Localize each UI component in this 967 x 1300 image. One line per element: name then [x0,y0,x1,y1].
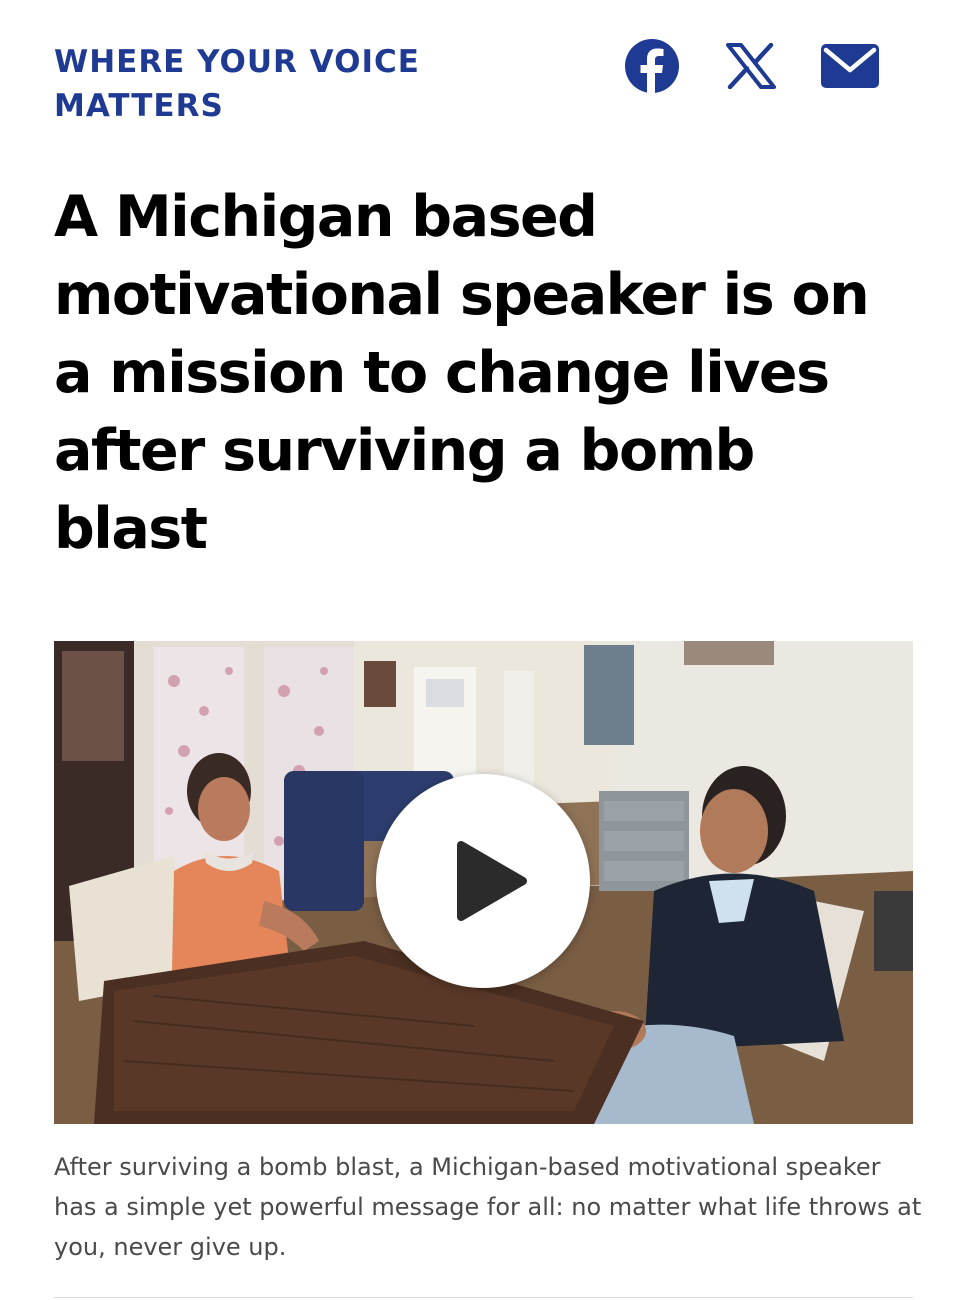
share-bar [620,36,890,96]
facebook-share-button[interactable] [622,36,682,96]
facebook-icon [625,39,679,94]
section-label[interactable]: WHERE YOUR VOICE MATTERS [54,40,514,128]
divider [54,1297,913,1298]
video-caption: After surviving a bomb blast, a Michigan… [54,1153,922,1261]
x-share-button[interactable] [723,38,779,94]
play-icon [457,841,527,921]
article-headline: A Michigan based motivational speaker is… [54,184,870,562]
envelope-icon [821,44,879,88]
play-button[interactable] [376,774,590,988]
video-player[interactable] [54,641,913,1124]
x-icon [726,43,776,89]
email-share-button[interactable] [820,42,880,90]
